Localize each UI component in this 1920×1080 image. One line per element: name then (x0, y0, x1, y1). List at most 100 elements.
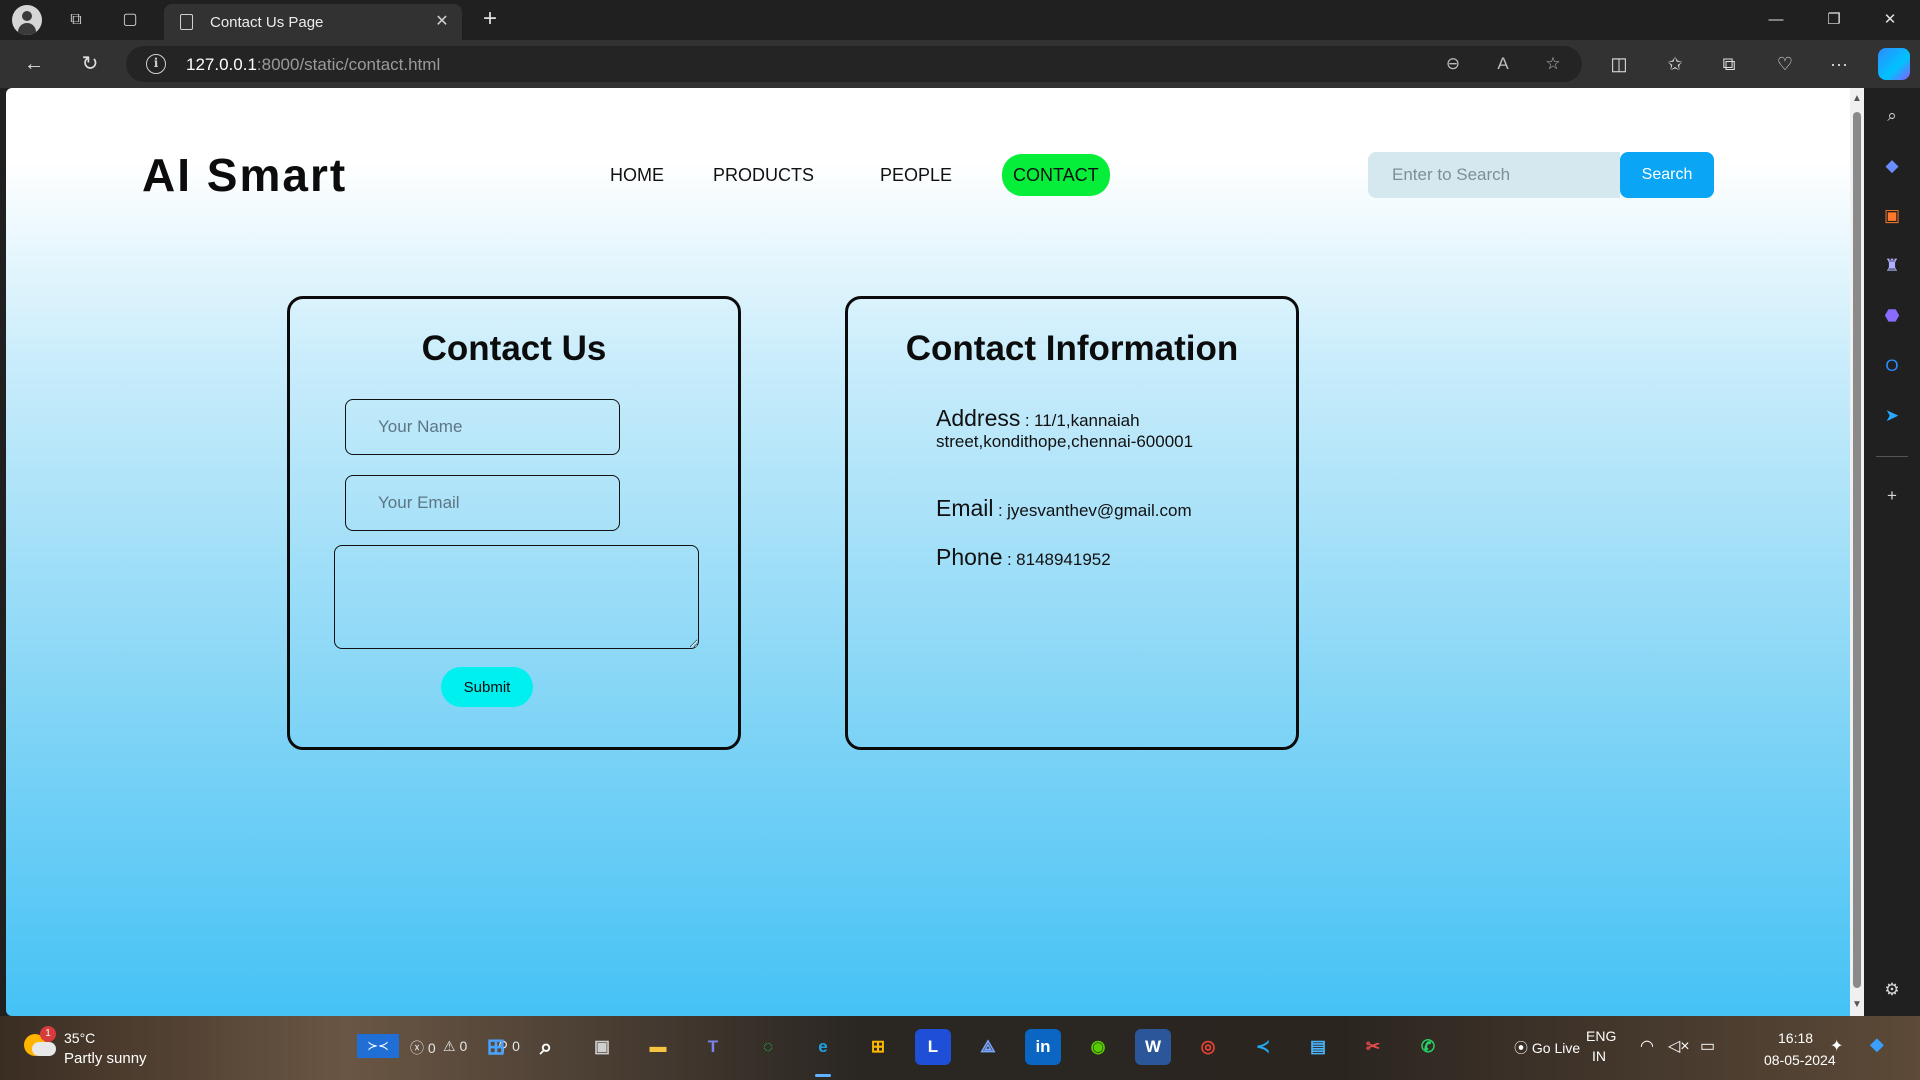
duolingo-icon[interactable]: ◉ (1080, 1029, 1116, 1065)
notification-icon[interactable]: ✦ (1830, 1036, 1843, 1056)
refresh-button[interactable]: ↻ (74, 49, 106, 79)
submit-button[interactable]: Submit (441, 667, 533, 707)
clock-date[interactable]: 08-05-2024 (1764, 1052, 1836, 1068)
sidebar-divider (1876, 456, 1908, 457)
back-button[interactable]: ← (18, 49, 50, 79)
zoom-out-icon[interactable]: ⊖ (1440, 52, 1466, 76)
remote-indicator-icon[interactable]: ≻≺ (357, 1034, 399, 1058)
favorite-star-icon[interactable]: ☆ (1540, 52, 1566, 76)
favorites-icon[interactable]: ✩ (1660, 49, 1690, 79)
whatsapp-icon[interactable]: ✆ (1410, 1029, 1446, 1065)
close-window-button[interactable]: ✕ (1862, 0, 1918, 40)
email-field[interactable] (345, 475, 620, 531)
split-screen-icon[interactable]: ◫ (1604, 49, 1634, 79)
task-view-icon[interactable]: ▣ (584, 1029, 620, 1065)
linkedin-icon[interactable]: in (1025, 1029, 1061, 1065)
scroll-down-icon[interactable]: ▼ (1852, 1000, 1862, 1010)
battery-icon[interactable]: ▭ (1700, 1036, 1715, 1056)
l-app-icon[interactable]: L (915, 1029, 951, 1065)
collections-icon[interactable]: ⧉ (1714, 49, 1744, 79)
copilot-icon[interactable] (1878, 48, 1910, 80)
errors-count[interactable]: ⓧ 0 (410, 1038, 436, 1058)
windows-taskbar: 1 35°C Partly sunny ≻≺ ⓧ 0 ⚠ 0 ⚲ 0 ⊞ ⌕ ▣… (0, 1016, 1920, 1080)
store-icon[interactable]: ⊞ (860, 1029, 896, 1065)
chrome-icon[interactable]: ◎ (1190, 1029, 1226, 1065)
weather-temp[interactable]: 35°C (64, 1030, 95, 1046)
contact-info-title: Contact Information (905, 329, 1239, 368)
phone-row: Phone : 8148941952 (936, 544, 1236, 571)
weather-desc[interactable]: Partly sunny (64, 1050, 147, 1067)
phone-label: Phone (936, 544, 1003, 570)
profile-avatar-icon[interactable] (12, 5, 42, 35)
file-explorer-icon[interactable]: ▬ (640, 1029, 676, 1065)
site-info-icon[interactable]: i (146, 54, 166, 74)
name-field[interactable] (345, 399, 620, 455)
nav-products[interactable]: PRODUCTS (713, 154, 814, 196)
notepad-icon[interactable]: ▤ (1300, 1029, 1336, 1065)
add-icon[interactable]: + (1878, 482, 1906, 510)
sync-icon[interactable]: ◌ (750, 1029, 786, 1065)
games-icon[interactable]: ♜ (1878, 252, 1906, 280)
restore-button[interactable]: ❐ (1806, 0, 1862, 40)
url-text[interactable]: 127.0.0.1:8000/static/contact.html (186, 55, 440, 75)
word-icon[interactable]: W (1135, 1029, 1171, 1065)
read-aloud-icon[interactable]: A (1490, 52, 1516, 76)
new-tab-button[interactable]: + (476, 6, 504, 34)
lang-top[interactable]: ENG (1586, 1028, 1616, 1044)
phone-value: 8148941952 (1016, 550, 1111, 569)
separator: : (997, 501, 1003, 520)
taskbar-search-icon[interactable]: ⌕ (528, 1029, 564, 1065)
copilot-taskbar-icon[interactable]: ◆ (1870, 1034, 1884, 1055)
snipping-tool-icon[interactable]: ✂ (1355, 1029, 1391, 1065)
wifi-icon[interactable]: ◠ (1640, 1036, 1654, 1056)
contact-info-card: Contact Information Address : 11/1,kanna… (845, 296, 1299, 750)
active-app-indicator (815, 1074, 831, 1077)
separator: : (1024, 411, 1030, 430)
teams-icon[interactable]: T (695, 1029, 731, 1065)
email-label: Email (936, 495, 994, 521)
edge-icon[interactable]: e (805, 1029, 841, 1065)
start-icon[interactable]: ⊞ (478, 1029, 514, 1065)
go-live-status[interactable]: ⦿ Go Live (1514, 1038, 1580, 1058)
clock-time[interactable]: 16:18 (1778, 1030, 1813, 1046)
send-icon[interactable]: ➤ (1878, 402, 1906, 430)
vertical-tabs-icon[interactable]: ▢ (116, 6, 144, 34)
arc-app-icon[interactable]: ⟁ (970, 1029, 1006, 1065)
address-toolbar: ← ↻ i 127.0.0.1:8000/static/contact.html… (0, 40, 1920, 88)
tab-title: Contact Us Page (210, 14, 324, 31)
site-logo[interactable]: AI Smart (142, 148, 347, 202)
workspaces-icon[interactable]: ⧉ (62, 6, 90, 34)
email-value: jyesvanthev@gmail.com (1007, 501, 1192, 520)
lang-bottom[interactable]: IN (1592, 1048, 1606, 1064)
search-input[interactable] (1368, 152, 1620, 198)
tools-icon[interactable]: ▣ (1878, 202, 1906, 230)
address-label: Address (936, 405, 1021, 431)
more-menu-icon[interactable]: ··· (1824, 49, 1854, 79)
settings-gear-icon[interactable]: ⚙ (1878, 976, 1906, 1004)
nav-contact[interactable]: CONTACT (1002, 154, 1110, 196)
edge-sidebar: ⌕ ◆ ▣ ♜ ⬣ O ➤ + ⚙ (1864, 88, 1920, 1016)
address-row: Address : 11/1,kannaiah street,kondithop… (936, 405, 1236, 452)
microsoft-365-icon[interactable]: ⬣ (1878, 302, 1906, 330)
search-button[interactable]: Search (1620, 152, 1714, 198)
message-textarea[interactable] (334, 545, 699, 649)
volume-muted-icon[interactable]: ◁× (1668, 1036, 1690, 1056)
tab-close-icon[interactable]: ✕ (430, 10, 454, 34)
browser-essentials-icon[interactable]: ♡ (1770, 49, 1800, 79)
weather-badge: 1 (40, 1026, 56, 1042)
url-bar[interactable]: i 127.0.0.1:8000/static/contact.html ⊖ A… (126, 46, 1582, 82)
search-icon[interactable]: ⌕ (1878, 102, 1906, 130)
scroll-up-icon[interactable]: ▲ (1852, 94, 1862, 104)
contact-form-card: Contact Us Submit (287, 296, 741, 750)
warnings-count[interactable]: ⚠ 0 (443, 1038, 467, 1055)
nav-home[interactable]: HOME (610, 154, 664, 196)
scroll-thumb[interactable] (1853, 112, 1861, 988)
browser-tab[interactable]: Contact Us Page ✕ (164, 4, 462, 40)
minimize-button[interactable]: — (1748, 0, 1804, 40)
outlook-icon[interactable]: O (1878, 352, 1906, 380)
nav-people[interactable]: PEOPLE (880, 154, 952, 196)
page-scrollbar[interactable]: ▲ ▼ (1850, 88, 1864, 1016)
vscode-icon[interactable]: ≺ (1245, 1029, 1281, 1065)
site-search: Search (1368, 152, 1714, 198)
tag-icon[interactable]: ◆ (1878, 152, 1906, 180)
